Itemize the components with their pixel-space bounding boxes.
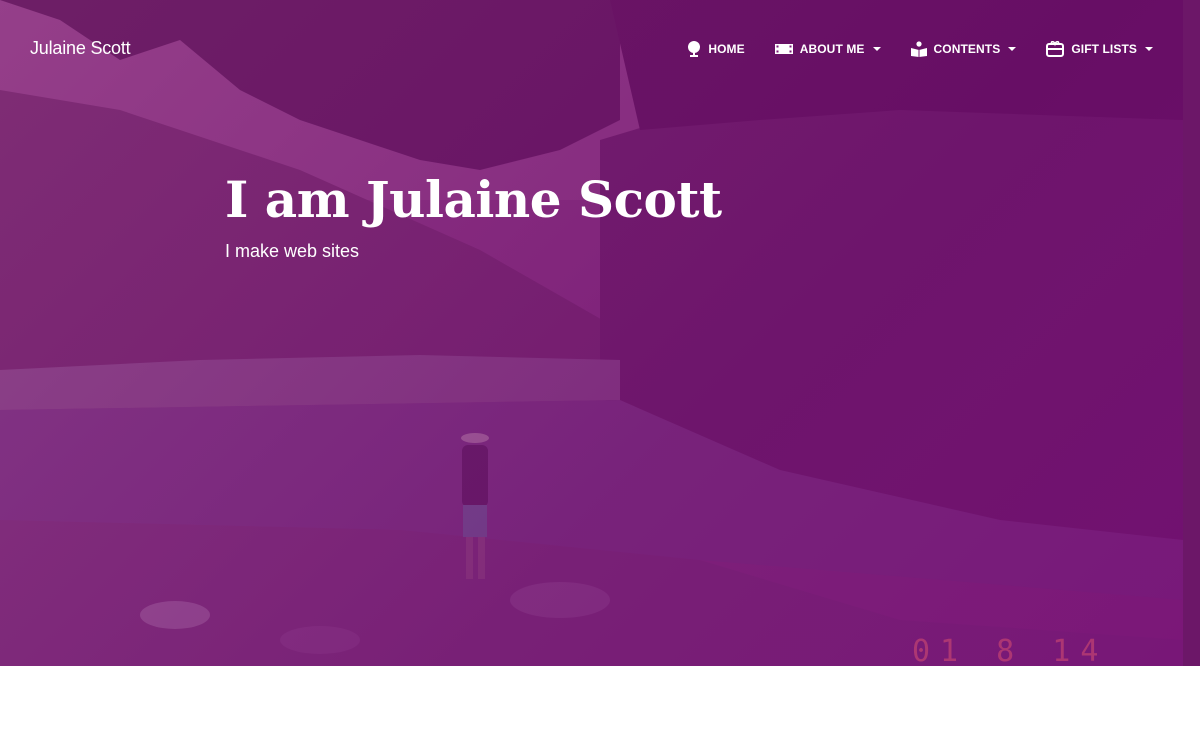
hero-title: I am Julaine Scott: [225, 170, 722, 229]
main-navigation: HOME ABOUT ME CONTENTS GIFT LISTS: [687, 38, 1153, 60]
nav-item-label: ABOUT ME: [799, 42, 865, 56]
hero-color-overlay: [0, 0, 1183, 666]
reader-icon: [910, 41, 927, 57]
nav-item-label: CONTENTS: [933, 42, 1001, 56]
gift-card-icon: [1046, 41, 1065, 57]
site-brand-link[interactable]: Julaine Scott: [30, 38, 131, 59]
chevron-down-icon: [1008, 47, 1017, 51]
nav-item-label: HOME: [708, 42, 745, 56]
page-content-area: [0, 666, 1200, 740]
nav-item-home[interactable]: HOME: [687, 41, 745, 57]
film-icon: [774, 42, 793, 56]
nav-item-label: GIFT LISTS: [1071, 42, 1137, 56]
chevron-down-icon: [1145, 47, 1153, 51]
nav-item-contents[interactable]: CONTENTS: [910, 41, 1017, 57]
tree-icon: [687, 41, 701, 57]
nav-item-gift-lists[interactable]: GIFT LISTS: [1046, 41, 1153, 57]
scrollbar[interactable]: [1183, 0, 1200, 666]
hero-subtitle: I make web sites: [225, 241, 360, 261]
photo-date-stamp: 01 8 14: [912, 634, 1109, 666]
hero-section: 01 8 14 Julaine Scott HOME ABOUT ME CONT…: [0, 0, 1183, 666]
chevron-down-icon: [872, 47, 881, 51]
nav-item-about-me[interactable]: ABOUT ME: [774, 42, 881, 56]
